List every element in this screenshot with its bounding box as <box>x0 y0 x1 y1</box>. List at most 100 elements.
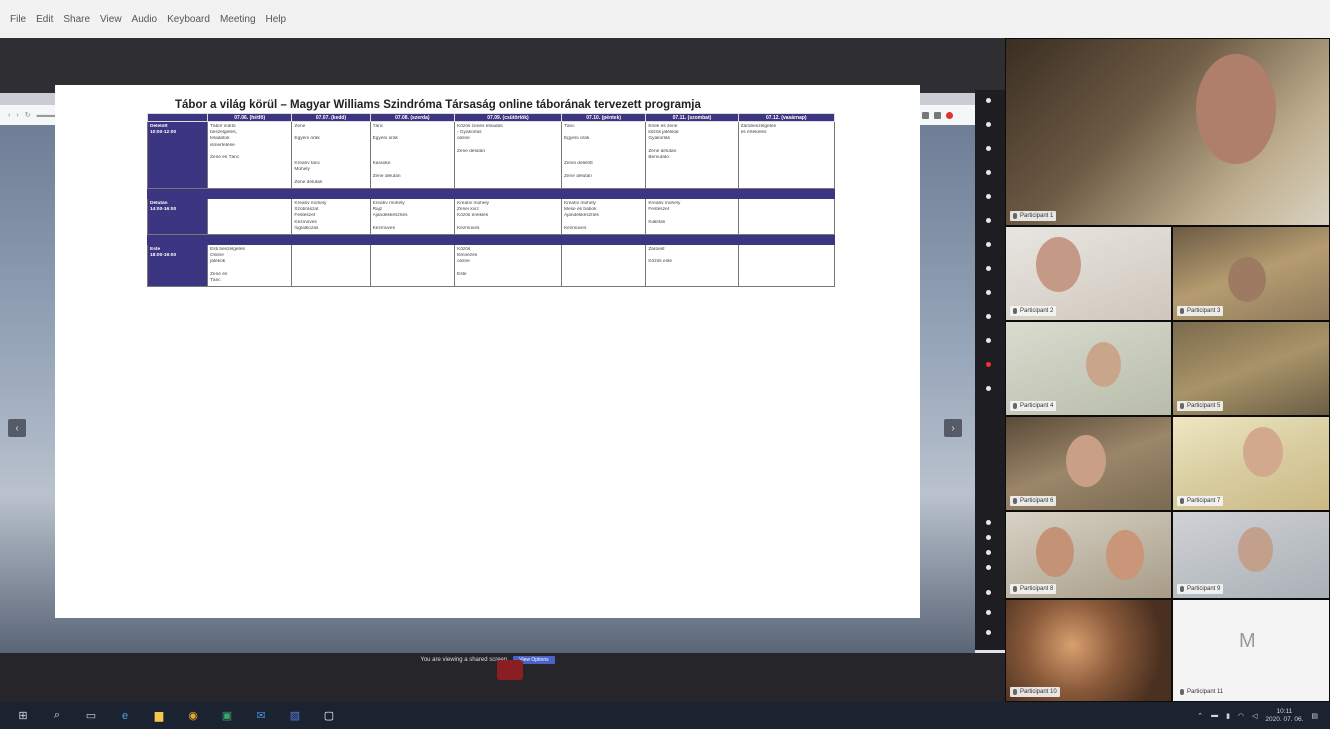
toolbar-button[interactable] <box>986 590 991 595</box>
table-cell: Tábor indító beszélgetés, feladatok ismerte… <box>206 120 293 190</box>
extension-icon[interactable] <box>934 111 941 119</box>
network-icon[interactable]: ▬ <box>1211 712 1218 719</box>
back-icon[interactable]: ‹ <box>8 112 10 119</box>
participant-name: Participant 6 <box>1010 496 1057 506</box>
chevron-up-icon[interactable]: ⌃ <box>1197 712 1203 720</box>
video-tile[interactable]: Participant 4 <box>1005 321 1172 416</box>
prev-slide-arrow-icon[interactable]: ‹ <box>8 419 26 437</box>
windows-taskbar: ⊞ ⌕ ▭ e ▆ ◉ ▣ ✉ ▨ ▢ ⌃ ▬ ▮ ◠ ◁ 10:11 2020… <box>0 702 1330 729</box>
table-cell: Közös zenés előadás - Gyakorlás online Zen… <box>454 120 562 190</box>
volume-icon[interactable]: ◁ <box>1252 712 1257 720</box>
task-view-icon[interactable]: ▭ <box>80 707 102 725</box>
table-cell: Záróbeszélgetés és értékelés <box>737 120 836 190</box>
participant-name: Participant 8 <box>1010 584 1057 594</box>
video-tile[interactable]: Participant 9 <box>1172 511 1330 599</box>
mail-icon[interactable]: ✉ <box>250 707 272 725</box>
column-header: 07.09. (csütörtök) <box>454 113 562 122</box>
slide-title: Tábor a világ körül – Magyar Williams Sz… <box>175 99 701 111</box>
video-tile[interactable]: Participant 2 <box>1005 226 1172 321</box>
toolbar-button[interactable] <box>986 290 991 295</box>
record-icon[interactable] <box>986 362 991 367</box>
toolbar-button[interactable] <box>986 314 991 319</box>
toolbar-button[interactable] <box>986 610 991 615</box>
start-icon[interactable]: ⊞ <box>12 707 34 725</box>
video-tile[interactable]: Participant 7 <box>1172 416 1330 511</box>
notifications-icon[interactable]: ▤ <box>1311 712 1318 720</box>
explorer-icon[interactable]: ▆ <box>148 707 170 725</box>
wifi-icon[interactable]: ◠ <box>1238 712 1244 720</box>
table-cell: Kreatív műhely Festészet Kiállítás <box>645 198 739 236</box>
table-cell: Közös filmnézés online Este <box>454 244 562 288</box>
battery-icon[interactable]: ▮ <box>1226 712 1230 720</box>
menu-edit[interactable]: Edit <box>36 14 53 25</box>
photos-icon[interactable]: ▨ <box>284 707 306 725</box>
video-tile[interactable]: Participant 3 <box>1172 226 1330 321</box>
column-header: 07.11. (szombat) <box>645 113 739 122</box>
toolbar-button[interactable] <box>986 386 991 391</box>
table-cell <box>291 244 371 288</box>
toolbar-button[interactable] <box>986 630 991 635</box>
column-header <box>147 113 208 122</box>
store-icon[interactable]: ▣ <box>216 707 238 725</box>
video-tile-speaker[interactable]: Participant 1 <box>1005 38 1330 226</box>
video-tile-no-camera[interactable]: M Participant 11 <box>1172 599 1330 702</box>
column-header: 07.10. (péntek) <box>560 113 647 122</box>
forward-icon[interactable]: › <box>16 112 18 119</box>
schedule-table: 07.06. (hétfő) 07.07. (kedd) 07.08. (sze… <box>147 113 836 288</box>
toolbar-button[interactable] <box>986 242 991 247</box>
participant-name: Participant 10 <box>1010 687 1060 697</box>
zoom-icon[interactable]: ▢ <box>318 707 340 725</box>
table-cell: Tánc Egyéni órák Karaoke Zene délután <box>369 120 456 190</box>
video-tile[interactable]: Participant 10 <box>1005 599 1172 702</box>
system-tray: ⌃ ▬ ▮ ◠ ◁ 10:11 2020. 07. 06. ▤ <box>1197 708 1330 724</box>
table-cell: Tánc Egyéni órák Zenei délelőtt Zene dél… <box>560 120 647 190</box>
column-header: 07.06. (hétfő) <box>206 113 293 122</box>
toolbar-button[interactable] <box>986 565 991 570</box>
menu-file[interactable]: File <box>10 14 26 25</box>
video-tile[interactable]: Participant 6 <box>1005 416 1172 511</box>
mic-icon <box>1013 689 1017 695</box>
table-cell <box>560 244 647 288</box>
toolbar-button[interactable] <box>986 266 991 271</box>
toolbar-button[interactable] <box>986 550 991 555</box>
menu-view[interactable]: View <box>100 14 122 25</box>
row-separator <box>147 188 835 200</box>
edge-icon[interactable]: e <box>114 707 136 725</box>
extension-icon[interactable] <box>922 111 929 119</box>
profile-icon[interactable] <box>946 111 953 119</box>
toolbar-button[interactable] <box>986 218 991 223</box>
table-cell <box>369 244 456 288</box>
stop-share-button[interactable] <box>497 660 523 680</box>
toolbar-button[interactable] <box>986 98 991 103</box>
clock[interactable]: 10:11 2020. 07. 06. <box>1265 708 1303 724</box>
menu-keyboard[interactable]: Keyboard <box>167 14 210 25</box>
row-header: Délután 14:00-16:00 <box>147 198 208 236</box>
video-tile[interactable]: Participant 8 <box>1005 511 1172 599</box>
participant-name: Participant 4 <box>1010 401 1057 411</box>
toolbar-button[interactable] <box>986 535 991 540</box>
row-header: Este 18:00-19:00 <box>147 244 208 288</box>
row-separator <box>147 234 835 246</box>
participant-initial: M <box>1239 630 1256 652</box>
menu-meeting[interactable]: Meeting <box>220 14 256 25</box>
reload-icon[interactable]: ↻ <box>25 111 31 119</box>
table-cell: Kreatív műhely Mese és bábok Ajándékkészít… <box>560 198 647 236</box>
toolbar-button[interactable] <box>986 520 991 525</box>
mic-icon <box>1180 403 1184 409</box>
toolbar-button[interactable] <box>986 122 991 127</box>
video-tile[interactable]: Participant 5 <box>1172 321 1330 416</box>
chrome-icon[interactable]: ◉ <box>182 707 204 725</box>
toolbar-button[interactable] <box>986 194 991 199</box>
next-slide-arrow-icon[interactable]: › <box>944 419 962 437</box>
toolbar-button[interactable] <box>986 170 991 175</box>
search-icon[interactable]: ⌕ <box>46 707 68 725</box>
table-cell <box>737 198 836 236</box>
menu-help[interactable]: Help <box>266 14 287 25</box>
toolbar-button[interactable] <box>986 146 991 151</box>
table-cell: Kreatív műhely Zenei kvíz Közös éneklés Ké… <box>454 198 562 236</box>
menu-share[interactable]: Share <box>63 14 90 25</box>
share-notice: You are viewing a shared screen View Opt… <box>0 655 975 665</box>
menu-audio[interactable]: Audio <box>132 14 158 25</box>
toolbar-button[interactable] <box>986 338 991 343</box>
table-cell <box>737 244 836 288</box>
